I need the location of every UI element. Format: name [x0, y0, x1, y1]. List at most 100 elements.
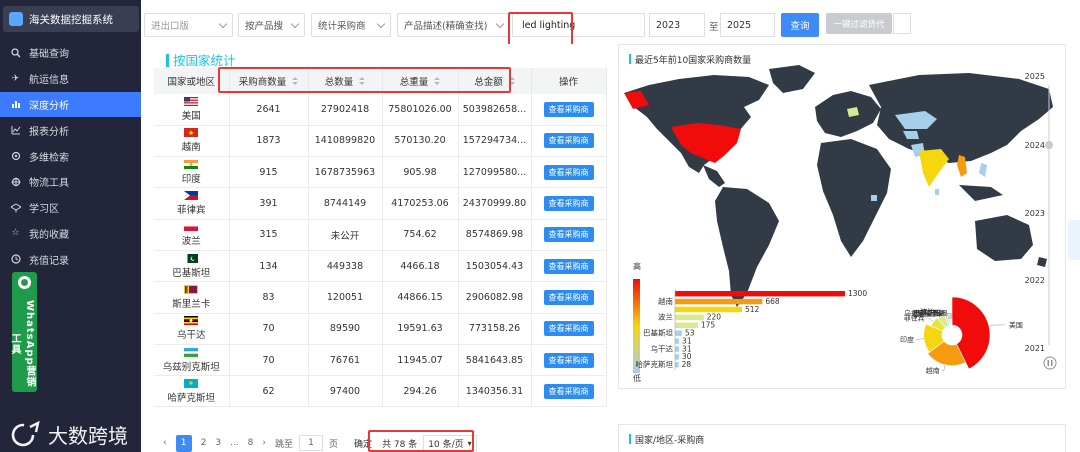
view-buyers-button[interactable]: 查看采购商 — [543, 164, 594, 180]
cell-weight: 19591.63 — [382, 313, 459, 345]
sort-icon[interactable] — [292, 77, 299, 86]
sidebar-item-recharge[interactable]: 充值记录 — [0, 246, 141, 272]
bar[interactable] — [675, 291, 845, 297]
page-size-select[interactable]: 10 条/页 ▾ — [423, 435, 477, 451]
timeline-year[interactable]: 2022 — [1025, 276, 1045, 285]
table-row: 波兰 315 未公开 754.62 8574869.98 查看采购商 — [154, 219, 607, 251]
keyword-input[interactable]: led lighting — [512, 13, 645, 37]
sidebar-item-logistics[interactable]: 物流工具 — [0, 169, 141, 195]
whatsapp-marketing-tab[interactable]: WhatsApp营销工具 — [9, 272, 37, 392]
stat-target-select[interactable]: 统计采购商 — [311, 13, 391, 37]
flag-icon — [184, 222, 199, 232]
filter-forwarders-toggle[interactable] — [893, 13, 911, 34]
timeline-handle[interactable] — [1045, 141, 1053, 149]
page-2[interactable]: 2 — [201, 438, 207, 448]
watermark-logo-icon — [10, 420, 42, 449]
side-expand-tab[interactable] — [1068, 220, 1080, 260]
bar[interactable] — [675, 346, 680, 352]
sidebar-item-report[interactable]: 报表分析 — [0, 117, 141, 143]
view-buyers-button[interactable]: 查看采购商 — [543, 383, 594, 399]
view-buyers-button[interactable]: 查看采购商 — [543, 289, 594, 305]
sort-icon[interactable] — [434, 77, 441, 86]
cell-buyers: 915 — [229, 156, 309, 189]
page-8[interactable]: 8 — [248, 438, 254, 448]
rose-slice[interactable] — [950, 318, 953, 326]
table-row: 美国 2641 27902418 75801026.00 503982658... 查看采… — [154, 94, 607, 126]
sort-icon[interactable] — [508, 77, 515, 86]
page-3[interactable]: 3 — [215, 438, 221, 448]
flag-icon — [184, 347, 199, 357]
sidebar-item-multi-search[interactable]: 多维检索 — [0, 143, 141, 169]
region-usa[interactable] — [671, 123, 741, 163]
bar[interactable] — [675, 330, 682, 336]
timeline-year[interactable]: 2021 — [1025, 344, 1045, 353]
region-africa[interactable] — [817, 139, 891, 257]
timeline-year[interactable]: 2023 — [1025, 209, 1045, 218]
app-brand[interactable]: 海关数据挖掘系统 — [3, 6, 139, 32]
page-ellipsis[interactable]: ... — [230, 438, 239, 448]
chevron-down-icon: ▾ — [467, 438, 472, 448]
bar[interactable] — [675, 354, 679, 360]
region-europe[interactable] — [815, 91, 881, 137]
cell-buyers: 70 — [229, 344, 309, 377]
col-header-buyers[interactable]: 采购商数量 — [229, 68, 309, 94]
col-header-amount[interactable]: 总金额 — [458, 68, 532, 94]
sidebar-item-shipping[interactable]: ✈ 航运信息 — [0, 66, 141, 92]
region-australia[interactable] — [975, 215, 1033, 261]
filter-bar: 进出口版 按产品搜 统计采购商 产品描述(精确查找) led lighting … — [141, 0, 1080, 44]
panel2-title: 国家/地区-采购商 — [629, 433, 704, 446]
prev-page-icon[interactable]: ‹ — [163, 438, 167, 448]
view-buyers-button[interactable]: 查看采购商 — [543, 321, 594, 337]
cell-country: 美国 — [154, 94, 230, 126]
col-header-weight[interactable]: 总重量 — [382, 68, 459, 94]
search-mode-select[interactable]: 按产品搜 — [238, 13, 305, 37]
region-south-america[interactable] — [715, 187, 779, 307]
timeline-year[interactable]: 2024 — [1025, 141, 1045, 150]
col-header-quantity[interactable]: 总数量 — [308, 68, 383, 94]
region-greenland[interactable] — [769, 65, 815, 93]
query-button[interactable]: 查询 — [781, 13, 819, 37]
bar[interactable] — [675, 298, 763, 305]
goto-page-input[interactable]: 1 — [299, 435, 324, 451]
bar[interactable] — [675, 306, 742, 313]
filter-forwarders-button[interactable]: 一键过滤货代 — [826, 13, 892, 34]
bar[interactable] — [675, 362, 679, 368]
region-central-america[interactable] — [703, 165, 725, 187]
pause-button[interactable] — [1043, 356, 1057, 370]
rose-label-line — [988, 324, 1005, 327]
region-uganda[interactable] — [871, 195, 877, 201]
bar[interactable] — [675, 338, 680, 344]
page-1[interactable]: 1 — [175, 434, 192, 452]
region-sri-lanka[interactable] — [935, 189, 939, 195]
sidebar-item-study[interactable]: 学习区 — [0, 195, 141, 221]
region-india[interactable] — [919, 149, 949, 187]
view-buyers-button[interactable]: 查看采购商 — [543, 227, 594, 243]
trade-type-select[interactable]: 进出口版 — [144, 13, 233, 37]
timeline-year[interactable]: 2025 — [1025, 72, 1045, 81]
sidebar-item-deep-analysis[interactable]: 深度分析 — [0, 91, 141, 118]
sort-icon[interactable] — [359, 77, 366, 86]
world-map — [624, 65, 1053, 307]
region-philippines[interactable] — [979, 163, 987, 177]
sidebar-item-basic-query[interactable]: 基础查询 — [0, 40, 141, 66]
year-to-input[interactable]: 2025 — [720, 13, 775, 37]
bar[interactable] — [675, 314, 704, 321]
buyers-bar-chart: 1300668越南512220波兰17553巴基斯坦3131乌干达3028哈萨克… — [636, 289, 867, 370]
region-new-zealand[interactable] — [1037, 257, 1047, 267]
view-buyers-button[interactable]: 查看采购商 — [543, 133, 594, 149]
description-mode-select[interactable]: 产品描述(精确查找) — [397, 13, 510, 37]
view-buyers-button[interactable]: 查看采购商 — [543, 101, 594, 117]
next-page-icon[interactable]: › — [262, 438, 266, 448]
goto-confirm-button[interactable]: 确定 — [354, 437, 372, 450]
year-from-input[interactable]: 2023 — [649, 13, 705, 37]
chevron-down-icon — [376, 19, 386, 29]
buyers-rose-chart: 美国越南印度菲律宾波兰巴基斯坦斯里兰卡乌干达乌兹别克斯坦哈萨克斯坦 — [900, 296, 1023, 375]
view-buyers-button[interactable]: 查看采购商 — [543, 352, 594, 368]
cell-quantity: 97400 — [308, 375, 383, 408]
bar[interactable] — [675, 322, 698, 328]
sidebar-item-favorites[interactable]: ☆ 我的收藏 — [0, 221, 141, 247]
view-buyers-button[interactable]: 查看采购商 — [543, 196, 594, 212]
legend-gradient[interactable] — [633, 279, 640, 373]
region-indonesia[interactable] — [959, 185, 1003, 201]
view-buyers-button[interactable]: 查看采购商 — [543, 258, 594, 274]
